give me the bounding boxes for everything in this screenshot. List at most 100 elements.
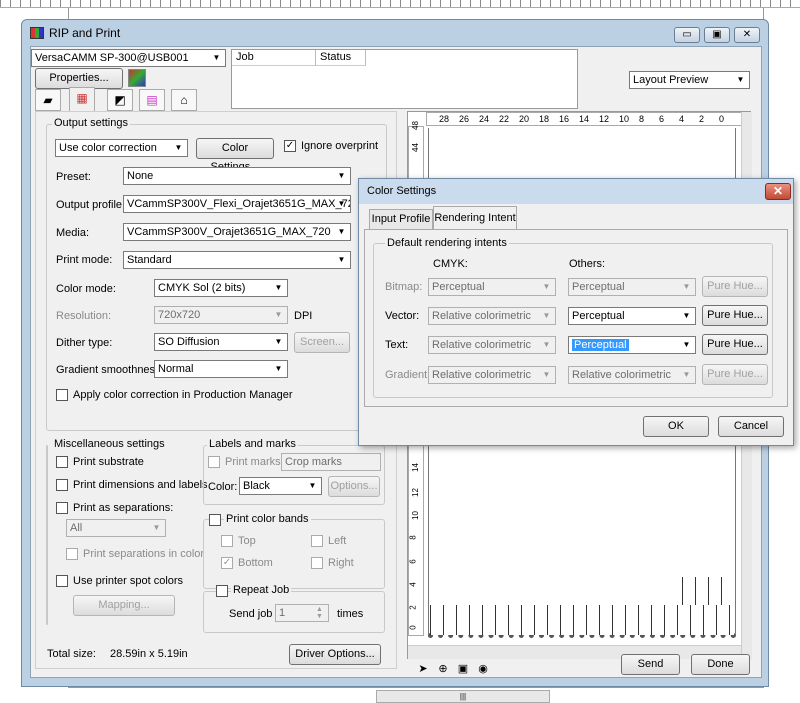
gradient-cmyk-select[interactable]: Relative colorimetric ▼	[428, 366, 556, 384]
times-label: times	[337, 608, 364, 620]
gradient-value: Normal	[158, 363, 194, 375]
mark-color-label: Color:	[208, 481, 238, 493]
band-left-checkbox[interactable]	[311, 535, 323, 547]
horizontal-scrollbar[interactable]: |||	[376, 690, 550, 703]
color-correction-select[interactable]: Use color correction ▼	[55, 139, 188, 157]
gradient-pure-hue-button[interactable]: Pure Hue...	[702, 364, 768, 385]
status-column-header[interactable]: Status	[316, 50, 366, 66]
print-dimensions-checkbox[interactable]	[56, 479, 68, 491]
band-right-checkbox[interactable]	[311, 557, 323, 569]
printer-select-value: VersaCAMM SP-300@USB001	[35, 52, 189, 64]
printer-select[interactable]: VersaCAMM SP-300@USB001 ▼	[31, 49, 226, 67]
media-select[interactable]: VCammSP300V_Orajet3651G_MAX_720 ▼	[123, 223, 351, 241]
ruler-tick-label: 26	[459, 114, 470, 124]
app-icon	[30, 27, 44, 39]
print-mode-label: Print mode:	[56, 254, 113, 266]
print-substrate-checkbox[interactable]	[56, 456, 68, 468]
dialog-close-button[interactable]: ✕	[765, 183, 791, 200]
band-left-label: Left	[328, 535, 347, 547]
print-sep-color-checkbox[interactable]	[66, 548, 78, 560]
text-pure-hue-button[interactable]: Pure Hue...	[702, 334, 768, 355]
job-column-header[interactable]: Job	[232, 50, 316, 66]
tab-color-icon[interactable]: ◩	[107, 89, 133, 111]
tab-layout-icon[interactable]: ▦	[69, 87, 95, 112]
print-separations-checkbox[interactable]	[56, 502, 68, 514]
tab-cut-icon[interactable]: ⌂	[171, 89, 197, 111]
bitmap-pure-hue-button[interactable]: Pure Hue...	[702, 276, 768, 297]
repeat-count-input[interactable]: 1 ▲ ▼	[275, 604, 329, 622]
print-mode-select[interactable]: Standard ▼	[123, 251, 351, 269]
send-button[interactable]: Send	[621, 654, 680, 675]
color-bands-checkbox[interactable]	[209, 514, 221, 526]
spinner-icon[interactable]: ▲ ▼	[312, 606, 327, 620]
gradient-select[interactable]: Normal ▼	[154, 360, 288, 378]
preset-select[interactable]: None ▼	[123, 167, 351, 185]
marks-options-button[interactable]: Options...	[328, 476, 380, 497]
vector-pure-hue-button[interactable]: Pure Hue...	[702, 305, 768, 326]
color-mode-select[interactable]: CMYK Sol (2 bits) ▼	[154, 279, 288, 297]
ruler-tick-label: 2	[699, 114, 705, 124]
text-label: Text:	[385, 339, 409, 351]
preview-mode-value: Layout Preview	[633, 74, 709, 86]
chevron-down-icon: ▼	[682, 282, 691, 291]
tab-rendering-intent[interactable]: Rendering Intent	[433, 206, 517, 230]
chevron-down-icon: ▼	[542, 370, 551, 379]
band-top-checkbox[interactable]	[221, 535, 233, 547]
repeat-job-checkbox[interactable]	[216, 585, 228, 597]
close-button[interactable]: ✕	[734, 27, 760, 43]
mapping-button[interactable]: Mapping...	[73, 595, 175, 616]
vector-others-select[interactable]: Perceptual ▼	[568, 307, 696, 325]
color-settings-dialog: Color Settings ✕ Input Profile Rendering…	[358, 178, 794, 446]
minimize-button[interactable]: ▭	[674, 27, 700, 43]
ruler-tick-label: 6	[659, 114, 665, 124]
ruler-tick-label: 14	[579, 114, 590, 124]
chevron-down-icon: ▼	[337, 255, 346, 264]
properties-button[interactable]: Properties...	[35, 68, 123, 89]
apply-pm-checkbox[interactable]	[56, 389, 68, 401]
preview-ruler-top: 28 26 24 22 20 18 16 14 12 10 8 6 4 2 0	[426, 112, 742, 126]
color-settings-button[interactable]: Color Settings...	[196, 138, 274, 173]
tab-general-icon[interactable]: ▰	[35, 89, 61, 111]
resolution-select[interactable]: 720x720 ▼	[154, 306, 288, 324]
vector-cmyk-value: Relative colorimetric	[432, 310, 532, 322]
screen-button[interactable]: Screen...	[294, 332, 350, 353]
output-profile-value: VCammSP300V_Flexi_Orajet3651G_MAX_720.ic…	[127, 198, 350, 210]
output-profile-select[interactable]: VCammSP300V_Flexi_Orajet3651G_MAX_720.ic…	[123, 195, 351, 213]
cancel-button[interactable]: Cancel	[718, 416, 784, 437]
vector-cmyk-select[interactable]: Relative colorimetric ▼	[428, 307, 556, 325]
job-table[interactable]: Job Status	[231, 49, 578, 109]
zoom-in-icon[interactable]: ⊕	[435, 662, 451, 678]
cmyk-column-label: CMYK:	[433, 258, 468, 270]
band-bottom-checkbox[interactable]: ✓	[221, 557, 233, 569]
bitmap-others-select[interactable]: Perceptual ▼	[568, 278, 696, 296]
bitmap-others-value: Perceptual	[572, 281, 625, 293]
ignore-overprint-checkbox[interactable]: ✓	[284, 140, 296, 152]
tiled-job-image[interactable]	[430, 605, 734, 635]
mark-color-select[interactable]: Black ▼	[239, 477, 322, 495]
tab-input-profile[interactable]: Input Profile	[369, 209, 433, 229]
text-cmyk-select[interactable]: Relative colorimetric ▼	[428, 336, 556, 354]
driver-options-button[interactable]: Driver Options...	[289, 644, 381, 665]
text-others-select[interactable]: Perceptual ▼	[568, 336, 696, 354]
pointer-icon[interactable]: ➤	[415, 662, 431, 678]
bitmap-cmyk-select[interactable]: Perceptual ▼	[428, 278, 556, 296]
marks-select[interactable]: Crop marks	[281, 453, 381, 471]
zoom-icon[interactable]: ◉	[475, 662, 491, 678]
dither-select[interactable]: SO Diffusion ▼	[154, 333, 288, 351]
chevron-down-icon: ▼	[274, 364, 283, 373]
ruler-tick-label: 2	[408, 605, 418, 610]
preview-mode-select[interactable]: Layout Preview ▼	[629, 71, 750, 89]
tiled-job-image-top[interactable]	[682, 577, 734, 605]
printer-tools-icon[interactable]	[128, 69, 146, 87]
print-substrate-label: Print substrate	[73, 456, 144, 468]
print-marks-checkbox[interactable]	[208, 456, 220, 468]
tab-bands-icon[interactable]: ▤	[139, 89, 165, 111]
ok-button[interactable]: OK	[643, 416, 709, 437]
maximize-button[interactable]: ▣	[704, 27, 730, 43]
separations-select[interactable]: All ▼	[66, 519, 166, 537]
gradient-others-select[interactable]: Relative colorimetric ▼	[568, 366, 696, 384]
repeat-count-value: 1	[279, 607, 286, 619]
spot-colors-checkbox[interactable]	[56, 575, 68, 587]
done-button[interactable]: Done	[691, 654, 750, 675]
fit-image-icon[interactable]: ▣	[455, 662, 471, 678]
